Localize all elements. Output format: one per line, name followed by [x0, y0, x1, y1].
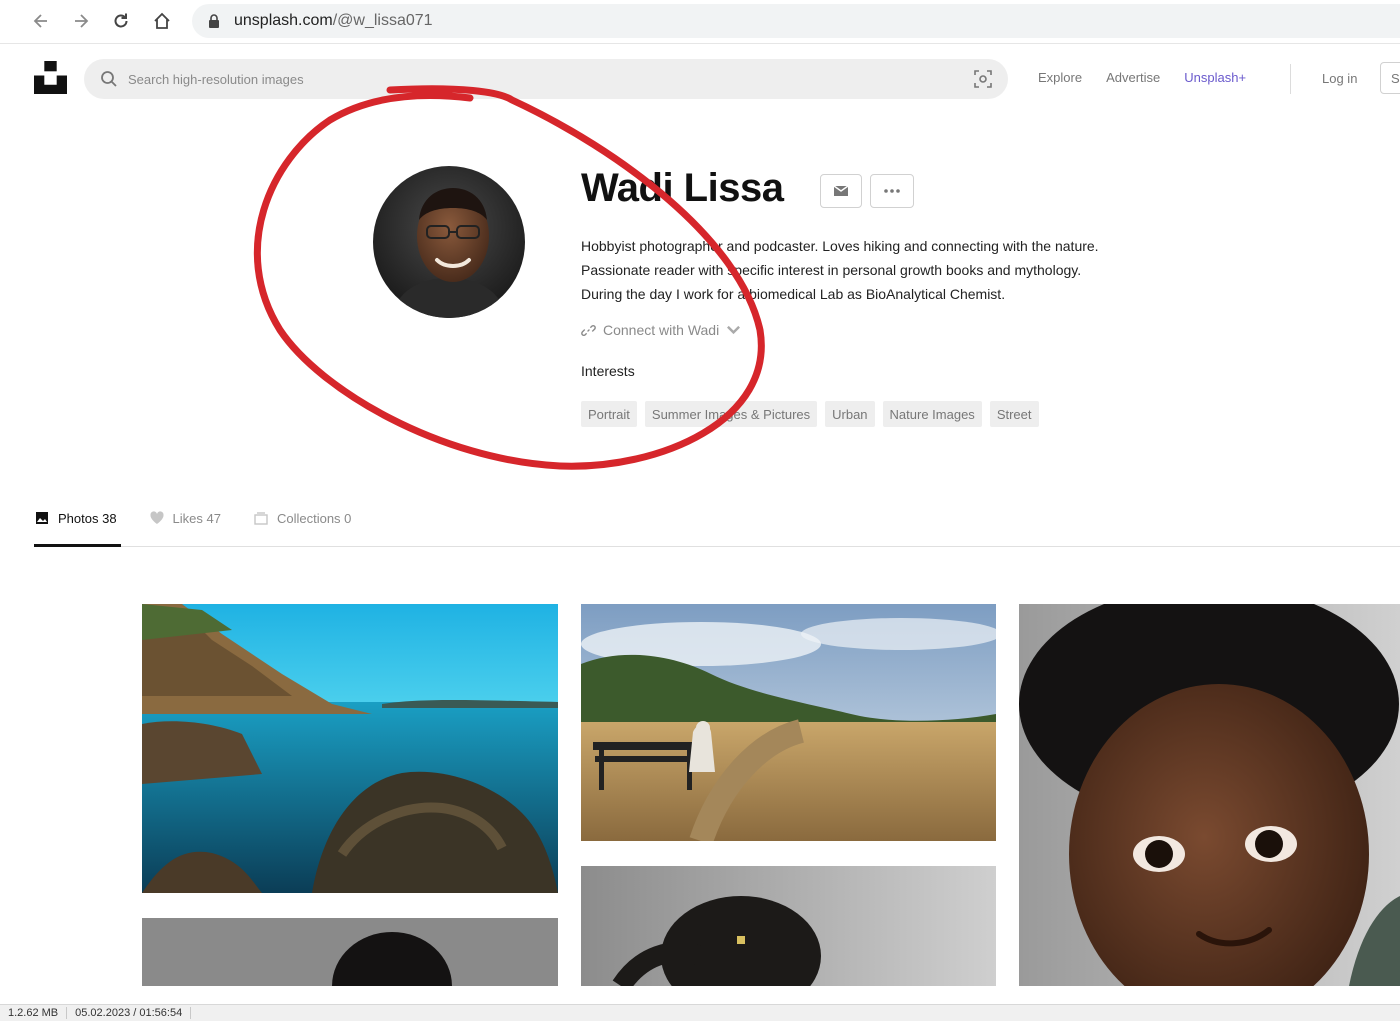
profile-avatar [373, 166, 525, 318]
heart-icon [149, 511, 164, 524]
connect-dropdown[interactable]: Connect with Wadi [581, 322, 741, 338]
search-bar[interactable] [84, 59, 1008, 99]
submit-photo-button[interactable]: S [1380, 62, 1400, 94]
nav-explore[interactable]: Explore [1038, 70, 1082, 85]
nav-unsplash-plus[interactable]: Unsplash+ [1184, 70, 1246, 85]
forward-icon[interactable] [68, 8, 94, 34]
photo-child-portrait[interactable] [1019, 604, 1400, 986]
address-bar[interactable]: unsplash.com /@w_lissa071 [192, 4, 1400, 38]
photo-coast[interactable] [142, 604, 558, 893]
tabs-divider [34, 546, 1400, 547]
reload-icon[interactable] [108, 8, 134, 34]
search-icon[interactable] [100, 70, 118, 88]
url-path: /@w_lissa071 [332, 12, 433, 29]
bio-line: During the day I work for a biomedical L… [581, 286, 1006, 302]
interest-tag[interactable]: Summer Images & Pictures [644, 401, 818, 427]
home-icon[interactable] [149, 8, 175, 34]
profile-name: Wadi Lissa [581, 166, 784, 210]
tab-collections[interactable]: Collections 0 [253, 506, 351, 530]
mail-icon [833, 185, 849, 196]
tab-likes-label: Likes 47 [172, 510, 221, 526]
search-input[interactable] [128, 71, 948, 87]
message-button[interactable] [820, 174, 862, 208]
visual-search-icon[interactable] [974, 70, 992, 88]
profile-bio: Hobbyist photographer and podcaster. Lov… [581, 234, 1181, 306]
top-nav: Explore Advertise Unsplash+ [1038, 70, 1246, 85]
login-link[interactable]: Log in [1322, 71, 1357, 86]
photo-dark-hair[interactable] [142, 918, 558, 986]
interest-tag[interactable]: Nature Images [882, 401, 982, 427]
link-icon [581, 324, 596, 336]
status-file-size: 1.2.62 MB [0, 1007, 68, 1019]
nav-divider [1290, 64, 1291, 94]
back-icon[interactable] [28, 8, 54, 34]
active-tab-indicator [34, 544, 121, 547]
interest-tag[interactable]: Street [989, 401, 1039, 427]
browser-toolbar: unsplash.com /@w_lissa071 [0, 0, 1400, 44]
tab-photos-label: Photos 38 [58, 510, 117, 526]
status-bar: 1.2.62 MB 05.02.2023 / 01:56:54 [0, 1004, 1400, 1021]
bio-line: Passionate reader with specific interest… [581, 262, 1082, 278]
nav-advertise[interactable]: Advertise [1106, 70, 1160, 85]
interests-tags: Portrait Summer Images & Pictures Urban … [581, 401, 1039, 427]
interest-tag[interactable]: Urban [825, 401, 875, 427]
collection-icon [254, 512, 268, 525]
photo-bench-field[interactable] [581, 604, 996, 841]
more-options-button[interactable] [870, 174, 914, 208]
tab-collections-label: Collections 0 [276, 510, 352, 526]
ellipsis-icon [884, 189, 900, 193]
interests-heading: Interests [581, 363, 635, 379]
image-icon [36, 512, 48, 524]
tab-photos[interactable]: Photos 38 [34, 506, 117, 530]
lock-icon [209, 14, 219, 28]
unsplash-logo-icon[interactable] [34, 61, 67, 94]
url-domain: unsplash.com [234, 12, 333, 29]
photo-dreadlocks[interactable] [581, 866, 996, 986]
tab-likes[interactable]: Likes 47 [149, 506, 221, 530]
profile-tabs: Photos 38 Likes 47 Collections 0 [34, 506, 351, 530]
connect-label: Connect with Wadi [603, 322, 720, 338]
chevron-down-icon [727, 325, 741, 334]
bio-line: Hobbyist photographer and podcaster. Lov… [581, 238, 1099, 254]
status-timestamp: 05.02.2023 / 01:56:54 [67, 1007, 192, 1019]
interest-tag[interactable]: Portrait [581, 401, 637, 427]
